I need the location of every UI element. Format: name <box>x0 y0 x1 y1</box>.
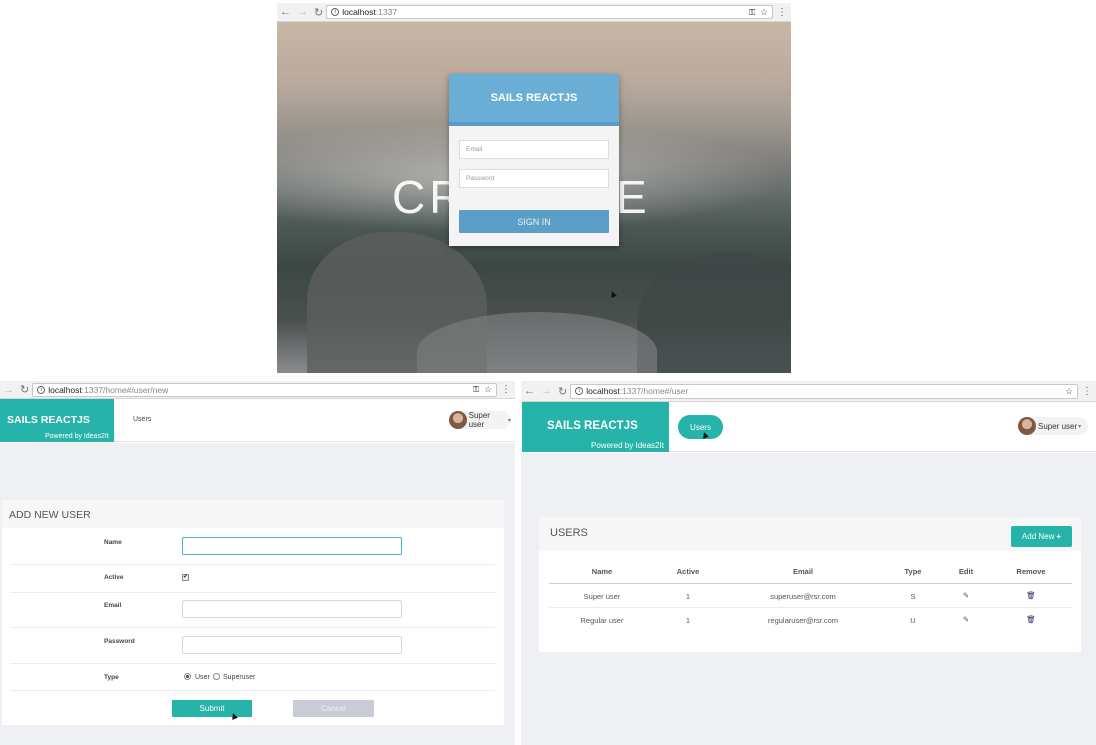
trash-icon[interactable]: 🗑 <box>1021 591 1041 600</box>
password-input[interactable]: Password <box>459 169 609 188</box>
users-card <box>539 517 1081 652</box>
nav-users-link[interactable]: Users <box>678 415 723 439</box>
cell-active: 1 <box>685 616 691 625</box>
type-user-label: User <box>195 674 210 681</box>
star-icon[interactable]: ☆ <box>484 384 492 395</box>
column-header-active: Active <box>676 567 700 576</box>
divider <box>549 607 1072 608</box>
card-title: USERS <box>550 527 588 539</box>
address-bar[interactable]: i localhost :1337/home#/user ☆ <box>570 383 1078 399</box>
user-menu-label: Super user <box>468 411 490 429</box>
plus-icon: + <box>1056 532 1062 541</box>
users-browser-toolbar: ← → ↻ i localhost :1337/home#/user ☆ ⋮ <box>521 381 1096 402</box>
edit-icon[interactable]: ✎ <box>956 615 976 624</box>
url-host: localhost <box>586 386 620 396</box>
submit-button[interactable]: Submit <box>172 700 252 717</box>
brand-subtitle: Powered by Ideas2It <box>591 441 664 450</box>
url-path: :1337/home#/user/new <box>81 384 169 395</box>
edit-icon[interactable]: ✎ <box>956 591 976 600</box>
sign-in-button[interactable]: SIGN IN <box>459 210 609 233</box>
type-superuser-label: Superuser <box>223 674 256 681</box>
add-new-label: Add New <box>1021 532 1055 541</box>
url-path: :1337/home#/user <box>619 386 689 396</box>
cancel-button[interactable]: Cancel <box>293 700 374 717</box>
cell-email: superuser@rsr.com <box>770 592 836 601</box>
forward-arrow-icon[interactable]: → <box>541 385 552 397</box>
avatar <box>1018 417 1036 435</box>
user-menu-label: Super user <box>1038 421 1078 431</box>
login-card-title: SAILS REACTJS <box>449 74 619 126</box>
brand-block: SAILS REACTJS Powered by Ideas2It <box>0 399 114 442</box>
column-header-edit: Edit <box>958 567 974 576</box>
kebab-menu-icon[interactable]: ⋮ <box>501 384 511 395</box>
divider <box>10 627 495 628</box>
active-label: Active <box>104 574 124 581</box>
divider <box>549 583 1072 584</box>
name-label: Name <box>104 539 122 546</box>
cell-name: Super user <box>583 592 621 601</box>
add-new-button[interactable]: Add New + <box>1011 526 1072 547</box>
chevron-down-icon: ▾ <box>507 417 511 424</box>
active-checkbox[interactable]: ✔ <box>182 574 189 581</box>
back-arrow-icon[interactable]: ← <box>524 385 535 397</box>
cell-active: 1 <box>685 592 691 601</box>
address-bar[interactable]: i localhost :1337/home#/user/new ⚿ ☆ <box>32 382 497 397</box>
star-icon[interactable]: ☆ <box>760 7 768 18</box>
reload-icon[interactable]: ↻ <box>20 383 29 396</box>
info-icon[interactable]: i <box>37 385 46 394</box>
divider <box>10 663 495 664</box>
email-field[interactable] <box>182 600 402 618</box>
url-host: localhost <box>48 384 82 395</box>
address-bar[interactable]: i localhost :1337 ⚿ ☆ <box>326 5 773 19</box>
password-field[interactable] <box>182 636 402 654</box>
password-label: Password <box>104 638 135 645</box>
type-label: Type <box>104 674 119 681</box>
card-header <box>539 517 1081 551</box>
column-header-name: Name <box>591 567 613 576</box>
star-icon[interactable]: ☆ <box>1065 386 1073 397</box>
cell-type: U <box>910 616 916 625</box>
column-header-email: Email <box>792 567 813 576</box>
brand-title: SAILS REACTJS <box>7 414 90 426</box>
divider <box>10 690 495 691</box>
cell-name: Regular user <box>580 616 624 625</box>
kebab-menu-icon[interactable]: ⋮ <box>777 7 787 18</box>
rock-shape <box>637 252 791 373</box>
new-user-browser-toolbar: → ↻ i localhost :1337/home#/user/new ⚿ ☆… <box>0 381 515 399</box>
forward-arrow-icon[interactable]: → <box>3 384 14 396</box>
type-superuser-radio[interactable] <box>213 673 220 680</box>
key-icon[interactable]: ⚿ <box>749 7 755 18</box>
type-user-radio[interactable] <box>184 673 191 680</box>
column-header-remove: Remove <box>1016 567 1046 576</box>
cell-email: regularuser@rsr.com <box>767 616 839 625</box>
email-label: Email <box>104 602 122 609</box>
card-title: ADD NEW USER <box>9 509 91 521</box>
email-input[interactable]: Email <box>459 140 609 159</box>
name-field[interactable] <box>182 537 402 555</box>
login-browser-toolbar: ← → ↻ i localhost :1337 ⚿ ☆ ⋮ <box>277 3 791 22</box>
url-host: localhost <box>342 7 376 17</box>
brand-subtitle: Powered by Ideas2It <box>45 433 109 440</box>
avatar <box>449 411 467 429</box>
divider <box>10 592 495 593</box>
kebab-menu-icon[interactable]: ⋮ <box>1082 386 1092 397</box>
nav-users-link[interactable]: Users <box>133 416 151 423</box>
divider <box>10 564 495 565</box>
trash-icon[interactable]: 🗑 <box>1021 615 1041 624</box>
back-arrow-icon[interactable]: ← <box>280 6 291 18</box>
info-icon[interactable]: i <box>331 8 340 16</box>
brand-block: SAILS REACTJS Powered by Ideas2It <box>522 402 669 452</box>
url-path: :1337 <box>375 7 398 17</box>
brand-title: SAILS REACTJS <box>547 420 638 432</box>
column-header-type: Type <box>904 567 922 576</box>
chevron-down-icon: ▾ <box>1078 423 1082 430</box>
key-icon[interactable]: ⚿ <box>473 384 479 395</box>
cell-type: S <box>910 592 916 601</box>
login-card: SAILS REACTJS Email Password SIGN IN <box>449 74 619 246</box>
forward-arrow-icon[interactable]: → <box>297 6 308 18</box>
reload-icon[interactable]: ↻ <box>314 6 323 19</box>
reload-icon[interactable]: ↻ <box>558 385 567 398</box>
info-icon[interactable]: i <box>575 387 584 395</box>
